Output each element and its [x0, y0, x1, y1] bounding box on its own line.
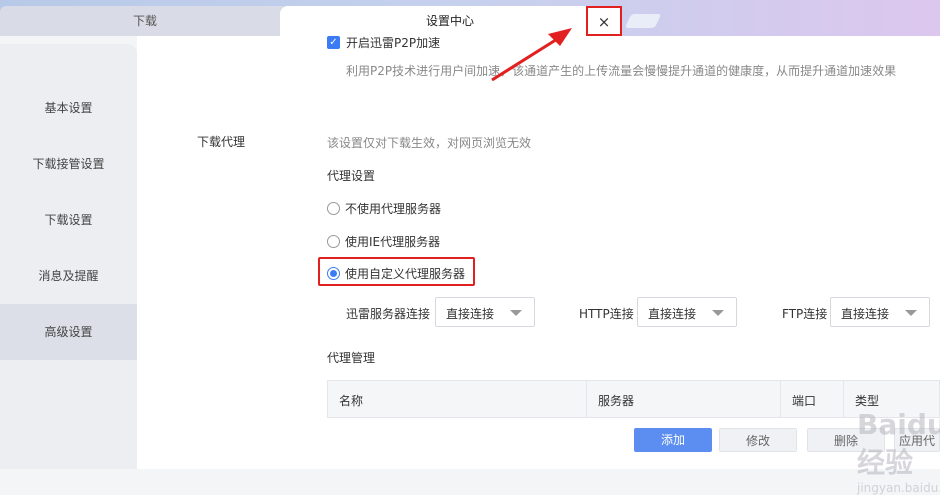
proxy-section-label: 下载代理 [197, 135, 246, 149]
proxy-management-title: 代理管理 [327, 351, 376, 365]
chevron-down-icon [510, 310, 522, 316]
radio-no-proxy-label: 不使用代理服务器 [345, 202, 442, 216]
tab-bar: 下载 设置中心 × [0, 0, 940, 36]
add-proxy-button[interactable]: 添加 [634, 428, 712, 452]
ftp-connection-value: 直接连接 [841, 307, 890, 321]
sidebar-item-download[interactable]: 下载设置 [0, 192, 137, 248]
p2p-description: 利用P2P技术进行用户间加速，该通道产生的上传流量会慢慢提升通道的健康度，从而提… [346, 64, 897, 78]
tab-settings-center[interactable]: 设置中心 [280, 6, 620, 36]
proxy-note: 该设置仅对下载生效，对网页浏览无效 [327, 136, 532, 150]
http-connection-value: 直接连接 [648, 307, 697, 321]
tab-download[interactable]: 下载 [0, 6, 290, 36]
baidu-watermark: Baidu 经验 jingyan.baidu.com [857, 408, 940, 495]
sidebar-item-notifications[interactable]: 消息及提醒 [0, 248, 137, 304]
column-divider [843, 381, 844, 417]
chevron-down-icon [712, 310, 724, 316]
radio-ie-proxy[interactable] [327, 235, 340, 248]
ftp-connection-label: FTP连接 [782, 307, 828, 321]
settings-sidebar: 基本设置 下载接管设置 下载设置 消息及提醒 高级设置 [0, 44, 137, 469]
p2p-checkbox[interactable]: ✓ [327, 36, 340, 49]
chevron-down-icon [905, 310, 917, 316]
sidebar-item-advanced[interactable]: 高级设置 [0, 304, 137, 360]
sidebar-item-download-takeover[interactable]: 下载接管设置 [0, 136, 137, 192]
http-connection-select[interactable]: 直接连接 [637, 297, 737, 327]
ftp-connection-select[interactable]: 直接连接 [830, 297, 930, 327]
proxy-table-header: 名称 服务器 端口 类型 [327, 380, 940, 418]
xunlei-connection-value: 直接连接 [446, 307, 495, 321]
radio-ie-proxy-label: 使用IE代理服务器 [345, 235, 441, 249]
radio-custom-proxy-label: 使用自定义代理服务器 [345, 267, 466, 281]
xunlei-connection-select[interactable]: 直接连接 [435, 297, 535, 327]
column-divider [586, 381, 587, 417]
column-port: 端口 [792, 394, 817, 408]
p2p-checkbox-label: 开启迅雷P2P加速 [346, 36, 441, 50]
column-server: 服务器 [598, 394, 635, 408]
xunlei-connection-label: 迅雷服务器连接 [346, 307, 431, 321]
check-icon: ✓ [329, 37, 338, 48]
proxy-settings-title: 代理设置 [327, 169, 376, 183]
column-name: 名称 [339, 394, 364, 408]
column-type: 类型 [855, 394, 880, 408]
close-icon: × [597, 13, 611, 31]
edit-proxy-button[interactable]: 修改 [719, 428, 797, 452]
watermark-url: jingyan.baidu.com [857, 481, 940, 495]
watermark-logo: Baidu 经验 [857, 408, 940, 479]
radio-custom-proxy[interactable] [327, 267, 340, 280]
close-tab-button[interactable]: × [586, 6, 622, 36]
sidebar-item-basic[interactable]: 基本设置 [0, 80, 137, 136]
new-tab-button[interactable] [624, 14, 662, 28]
settings-content: ✓ 开启迅雷P2P加速 利用P2P技术进行用户间加速，该通道产生的上传流量会慢慢… [137, 36, 940, 495]
http-connection-label: HTTP连接 [579, 307, 634, 321]
radio-no-proxy[interactable] [327, 202, 340, 215]
column-divider [780, 381, 781, 417]
